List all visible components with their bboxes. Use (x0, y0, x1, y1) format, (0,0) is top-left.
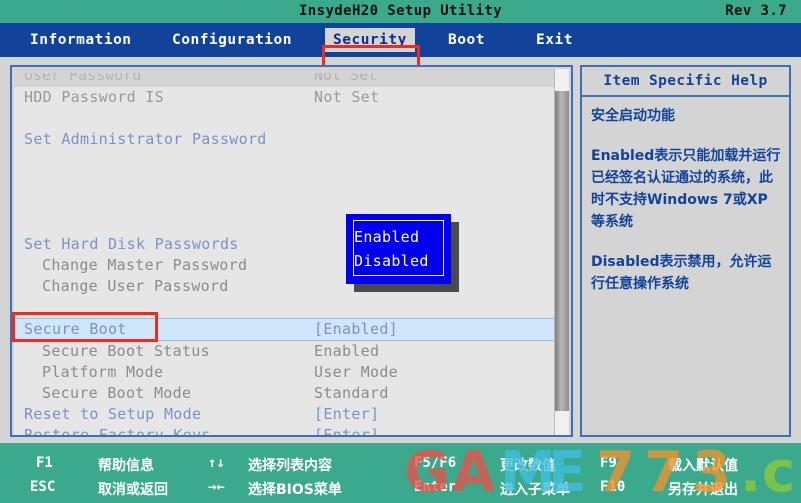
row-spacer (14, 192, 557, 213)
row-spacer (14, 297, 557, 318)
menu-bar: Information Configuration Security Boot … (0, 23, 801, 86)
key-f10-desc: 另存并退出 (668, 482, 738, 498)
secure-boot-dropdown[interactable]: Enabled Disabled (346, 214, 451, 284)
key-esc: ESC (30, 479, 56, 495)
key-enter: Enter (414, 479, 457, 495)
row-label: Secure Boot Status (42, 342, 210, 360)
help-paragraph-3: Disabled表示禁用，允许运行任意操作系统 (591, 254, 772, 292)
row-label: Change User Password (42, 277, 229, 295)
row-value[interactable]: [Enter] (314, 425, 379, 435)
scrollbar-thumb[interactable] (555, 91, 569, 411)
settings-panel: User Password Not Set HDD Password IS No… (10, 65, 573, 437)
row-hdd-password-is: HDD Password IS Not Set (14, 87, 557, 108)
key-f10: F10 (600, 479, 626, 495)
bios-revision: Rev 3.7 (725, 3, 787, 19)
row-label: Restore Factory Keys (24, 426, 211, 436)
tab-security[interactable]: Security (325, 28, 415, 52)
tab-configuration[interactable]: Configuration (164, 28, 300, 52)
row-label: HDD Password IS (24, 88, 164, 106)
partial-row-top: User Password Not Set (14, 73, 557, 87)
help-panel-title: Item Specific Help (582, 67, 789, 97)
help-paragraph-2: Enabled表示只能加载并运行已经签名认证通过的系统，此时不支持Windows… (591, 148, 781, 230)
row-label: Platform Mode (42, 363, 164, 381)
row-label: Secure Boot Mode (42, 384, 192, 402)
row-secure-boot-mode: Secure Boot Mode Standard (14, 383, 557, 404)
row-value: Enabled (314, 342, 380, 360)
key-f5f6-desc: 更改数值 (500, 458, 556, 474)
key-leftright-desc: 选择BIOS菜单 (248, 482, 342, 498)
row-value[interactable]: [Enter] (314, 404, 379, 425)
row-reset-to-setup-mode[interactable]: Reset to Setup Mode [Enter] (14, 404, 557, 425)
row-label: Secure Boot (24, 320, 127, 338)
partial-row-label: User Password (24, 73, 142, 84)
row-value: Standard (314, 384, 389, 402)
key-f5f6: F5/F6 (414, 455, 457, 471)
key-f9: F9 (600, 455, 617, 471)
tab-boot[interactable]: Boot (440, 28, 493, 52)
row-set-administrator-password[interactable]: Set Administrator Password (14, 129, 557, 150)
key-updown-desc: 选择列表内容 (248, 458, 332, 474)
key-updown: ↑↓ (208, 455, 225, 471)
row-restore-factory-keys[interactable]: Restore Factory Keys [Enter] (14, 425, 557, 436)
title-bar: InsydeH20 Setup Utility Rev 3.7 (0, 0, 801, 23)
key-esc-desc: 取消或返回 (98, 482, 168, 498)
key-f9-desc: 载入默认值 (668, 458, 738, 474)
row-value: Not Set (314, 88, 380, 106)
row-value: User Mode (314, 363, 398, 381)
key-f1-desc: 帮助信息 (98, 458, 154, 474)
bios-setup-screen: InsydeH20 Setup Utility Rev 3.7 Informat… (0, 0, 801, 503)
row-spacer (14, 171, 557, 192)
settings-scrollbar[interactable] (554, 69, 569, 435)
row-spacer (14, 213, 557, 234)
help-panel-body: 安全启动功能 Enabled表示只能加载并运行已经签名认证通过的系统，此时不支持… (591, 105, 781, 313)
settings-list: HDD Password IS Not Set Set Administrato… (14, 87, 557, 436)
row-label: Reset to Setup Mode (24, 405, 202, 423)
key-f1: F1 (36, 455, 53, 471)
row-secure-boot[interactable]: Secure Boot [Enabled] (14, 318, 557, 341)
partial-row-value: Not Set (314, 73, 378, 84)
tab-information[interactable]: Information (22, 28, 140, 52)
row-set-hard-disk-passwords[interactable]: Set Hard Disk Passwords (14, 234, 557, 255)
item-specific-help-panel: Item Specific Help 安全启动功能 Enabled表示只能加载并… (580, 65, 791, 437)
row-value[interactable]: [Enabled] (314, 319, 398, 339)
row-platform-mode: Platform Mode User Mode (14, 362, 557, 383)
row-change-user-password[interactable]: Change User Password (14, 276, 557, 297)
tab-exit[interactable]: Exit (528, 28, 581, 52)
app-title: InsydeH20 Setup Utility (298, 3, 503, 19)
row-label: Set Hard Disk Passwords (24, 235, 239, 253)
row-spacer (14, 150, 557, 171)
function-key-bar: F1 帮助信息 ESC 取消或返回 ↑↓ 选择列表内容 →← 选择BIOS菜单 … (0, 443, 801, 503)
dropdown-option-enabled[interactable]: Enabled (354, 228, 419, 246)
key-leftright: →← (208, 479, 225, 495)
row-label: Set Administrator Password (24, 130, 267, 148)
row-spacer (14, 108, 557, 129)
help-paragraph-1: 安全启动功能 (591, 108, 675, 124)
row-label: Change Master Password (42, 256, 248, 274)
key-enter-desc: 进入子菜单 (500, 482, 570, 498)
row-change-master-password[interactable]: Change Master Password (14, 255, 557, 276)
row-secure-boot-status: Secure Boot Status Enabled (14, 341, 557, 362)
dropdown-option-disabled[interactable]: Disabled (354, 252, 429, 270)
